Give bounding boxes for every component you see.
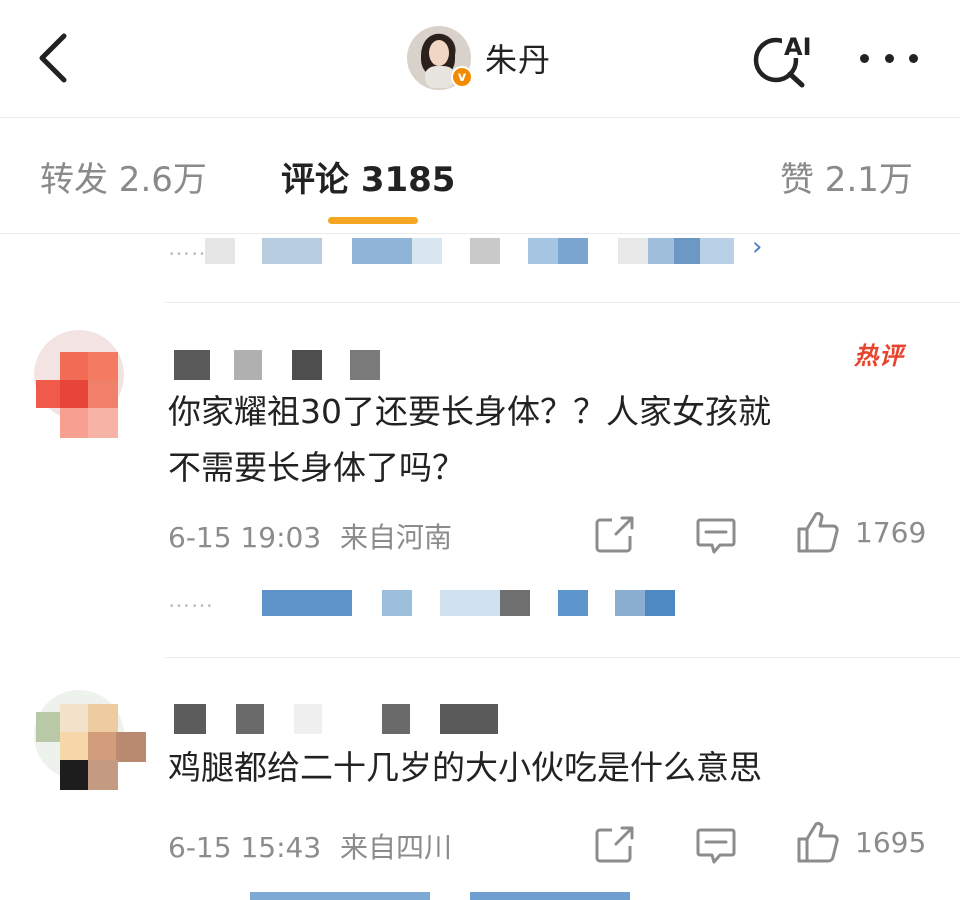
- pixelated-text: [558, 590, 588, 616]
- thumbs-up-icon: [797, 511, 839, 553]
- verified-badge-icon: v: [451, 66, 473, 88]
- ai-search-icon: AI: [753, 33, 816, 88]
- pixelated-text: [412, 238, 442, 264]
- pixelated-text: [615, 590, 645, 616]
- avatar-pixel: [60, 408, 90, 438]
- comment-divider: [165, 302, 960, 303]
- pixelated-text: [382, 590, 412, 616]
- avatar-pixel: [116, 732, 146, 762]
- pixelated-text: [700, 238, 734, 264]
- comment-divider: [165, 657, 960, 658]
- pixelated-text: [205, 238, 235, 264]
- pixelated-text: [645, 590, 675, 616]
- pixelated-text: [292, 350, 322, 380]
- pixelated-text: [440, 590, 500, 616]
- like-button[interactable]: [796, 820, 840, 868]
- pixelated-text: [382, 704, 410, 734]
- pixelated-text: [440, 704, 498, 734]
- avatar[interactable]: v: [407, 26, 473, 90]
- chevron-right-icon: ›: [752, 232, 763, 262]
- tab-forward[interactable]: 转发 2.6万: [40, 152, 207, 201]
- more-dot: [909, 53, 918, 63]
- back-button[interactable]: [30, 28, 80, 88]
- pixelated-text: [558, 238, 588, 264]
- sub-reply-dots: ……: [168, 588, 214, 613]
- pixelated-text: [262, 238, 322, 264]
- pixelated-text: [470, 892, 630, 900]
- avatar-pixel: [60, 380, 90, 410]
- comment-line: 你家耀祖30了还要长身体？？人家女孩就: [168, 392, 771, 431]
- avatar-pixel: [88, 408, 118, 438]
- pixelated-text: [174, 350, 210, 380]
- reply-button[interactable]: [695, 826, 737, 870]
- comment-text: 你家耀祖30了还要长身体？？人家女孩就 不需要长身体了吗？: [168, 384, 928, 496]
- pixelated-text: [250, 892, 430, 900]
- tab-likes[interactable]: 赞 2.1万: [780, 152, 913, 201]
- comment-bubble-icon: [696, 518, 736, 554]
- comment-line: 不需要长身体了吗？: [168, 448, 465, 487]
- pixelated-text: [174, 704, 206, 734]
- active-tab-indicator: [328, 217, 418, 224]
- pixelated-text: [234, 350, 262, 380]
- hot-comment-badge: 热评: [854, 342, 904, 370]
- tab-comments[interactable]: 评论 3185: [281, 152, 455, 201]
- tabs-divider: [0, 233, 960, 234]
- avatar-pixel: [60, 760, 90, 790]
- pixelated-text: [350, 350, 380, 380]
- pixelated-text: [470, 238, 500, 264]
- comment-bubble-icon: [696, 828, 736, 864]
- avatar-pixel: [60, 732, 90, 762]
- ai-label: AI: [784, 33, 812, 61]
- comment-meta: 6-15 19:03 来自河南: [168, 516, 452, 556]
- reply-button[interactable]: [695, 516, 737, 560]
- like-count: 1695: [855, 826, 927, 859]
- like-button[interactable]: [796, 510, 840, 558]
- profile-header[interactable]: v 朱丹: [407, 24, 551, 92]
- share-icon: [595, 826, 634, 863]
- comment-time: 6-15 19:03: [168, 521, 322, 554]
- pixelated-text: [352, 238, 412, 264]
- pixelated-text: [648, 238, 674, 264]
- share-button[interactable]: [594, 514, 636, 558]
- avatar-face: [429, 40, 449, 66]
- avatar-pixel: [88, 704, 118, 734]
- username[interactable]: 朱丹: [485, 35, 551, 81]
- share-icon: [595, 516, 634, 553]
- pixelated-text: [618, 238, 648, 264]
- comment-text: 鸡腿都给二十几岁的大小伙吃是什么意思: [168, 740, 928, 796]
- like-count: 1769: [855, 516, 927, 549]
- pixelated-text: [294, 704, 322, 734]
- pixelated-text: [236, 704, 264, 734]
- comment-meta: 6-15 15:43 来自四川: [168, 826, 452, 866]
- more-dot: [860, 53, 869, 63]
- ai-search-button[interactable]: AI: [748, 28, 818, 90]
- comment-line: 鸡腿都给二十几岁的大小伙吃是什么意思: [168, 748, 762, 787]
- avatar-pixel: [88, 352, 118, 382]
- avatar-pixel: [88, 732, 118, 762]
- avatar-pixel: [88, 380, 118, 410]
- header-divider: [0, 117, 960, 118]
- pixelated-text: [528, 238, 558, 264]
- thumbs-up-icon: [797, 821, 839, 863]
- pixelated-text: [500, 590, 530, 616]
- pixelated-text: [262, 590, 352, 616]
- more-dot: [884, 53, 894, 63]
- comment-location: 来自河南: [340, 521, 453, 554]
- comment-time: 6-15 15:43: [168, 831, 322, 864]
- avatar-pixel: [88, 760, 118, 790]
- chevron-left-icon: [39, 33, 67, 83]
- pixelated-text: [674, 238, 700, 264]
- comment-location: 来自四川: [340, 831, 453, 864]
- share-button[interactable]: [594, 824, 636, 868]
- avatar-pixel: [60, 352, 90, 382]
- avatar-pixel: [60, 704, 90, 734]
- top-bar: v 朱丹 AI: [0, 0, 960, 118]
- more-button[interactable]: [854, 40, 924, 76]
